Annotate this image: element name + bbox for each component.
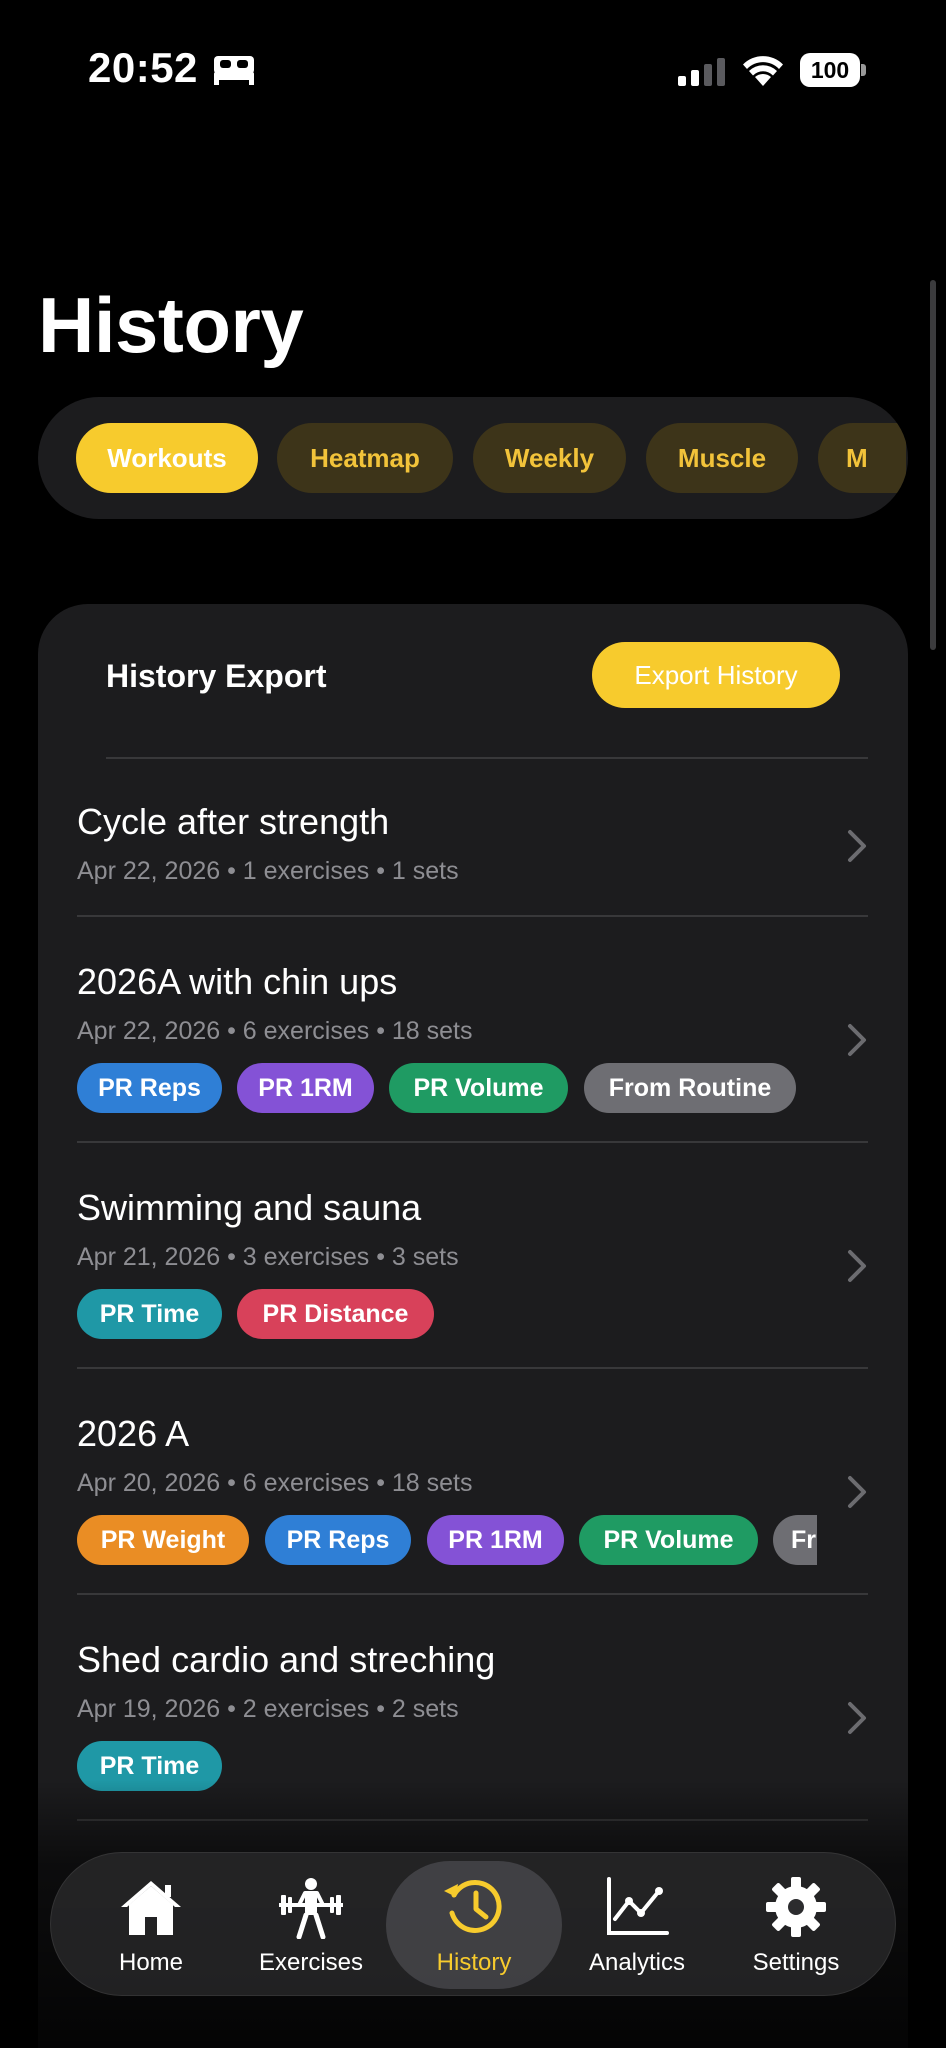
battery-cap [861,64,866,76]
battery-indicator: 100 [800,53,866,87]
wifi-icon [743,56,783,86]
segment-scroller[interactable]: Workouts Heatmap Weekly Muscle M [76,423,906,493]
battery-level: 100 [800,53,860,87]
badge-from-routine-truncated: Fr [773,1515,817,1565]
badge-pr-1rm: PR 1RM [237,1063,374,1113]
workout-row[interactable]: 2026 A Apr 20, 2026 • 6 exercises • 18 s… [38,1369,908,1595]
tab-more-truncated[interactable]: M [818,423,906,493]
workout-meta: Apr 20, 2026 • 6 exercises • 18 sets [77,1469,473,1497]
workout-title: 2026 A [77,1413,190,1454]
badge-pr-time: PR Time [77,1289,222,1339]
badge-pr-volume: PR Volume [389,1063,568,1113]
tabbar-settings[interactable]: Settings [716,1853,876,1997]
workout-row[interactable]: Cycle after strength Apr 22, 2026 • 1 ex… [38,757,908,917]
tabbar-exercises[interactable]: Exercises [231,1853,391,1997]
badge-pr-1rm: PR 1RM [427,1515,564,1565]
tab-muscle[interactable]: Muscle [646,423,798,493]
workout-title: Shed cardio and streching [77,1639,496,1680]
workout-row[interactable]: 2026A with chin ups Apr 22, 2026 • 6 exe… [38,917,908,1143]
workout-meta: Apr 22, 2026 • 1 exercises • 1 sets [77,857,459,885]
tabbar-history[interactable]: History [386,1861,562,1989]
badge-pr-distance: PR Distance [237,1289,434,1339]
tabbar-label: Exercises [258,1949,364,1976]
badge-pr-weight: PR Weight [77,1515,249,1565]
tab-weekly[interactable]: Weekly [473,423,626,493]
export-history-button[interactable]: Export History [592,642,840,708]
workout-meta: Apr 21, 2026 • 3 exercises • 3 sets [77,1243,459,1271]
chevron-right-icon [848,1702,866,1734]
house-icon [121,1881,181,1935]
tab-workouts[interactable]: Workouts [76,423,258,493]
gear-icon [766,1877,826,1937]
workout-meta: Apr 22, 2026 • 6 exercises • 18 sets [77,1017,473,1045]
badge-list: PR Reps PR 1RM PR Volume From Routine [77,1063,857,1113]
badge-list: PR Time PR Distance [77,1289,857,1339]
page-title: History [38,281,304,369]
tabbar-label: Analytics [588,1949,686,1976]
bed-icon [214,56,254,85]
tabbar-label: Settings [752,1949,840,1976]
status-time: 20:52 [88,44,198,91]
bottom-tab-bar: Home Exercises History Analytics Setting… [50,1852,896,1996]
chevron-right-icon [848,1250,866,1282]
tabbar-label: History [436,1949,512,1976]
scroll-indicator[interactable] [930,280,936,650]
chevron-right-icon [848,1024,866,1056]
tabbar-home[interactable]: Home [71,1853,231,1997]
cellular-signal-icon [678,58,725,86]
tab-heatmap[interactable]: Heatmap [277,423,453,493]
chevron-right-icon [848,830,866,862]
history-view-selector: Workouts Heatmap Weekly Muscle M [38,397,908,519]
tabbar-label: Home [118,1949,184,1976]
workout-meta: Apr 19, 2026 • 2 exercises • 2 sets [77,1695,459,1723]
workout-title: Cycle after strength [77,801,390,842]
badge-from-routine: From Routine [584,1063,796,1113]
status-bar: 20:52 100 [0,0,946,140]
workout-row[interactable]: Swimming and sauna Apr 21, 2026 • 3 exer… [38,1143,908,1369]
export-section-title: History Export [106,658,327,694]
badge-list: PR Weight PR Reps PR 1RM PR Volume Fr [77,1515,817,1565]
badge-pr-reps: PR Reps [77,1063,222,1113]
chart-line-icon [607,1877,669,1935]
badge-pr-volume: PR Volume [579,1515,758,1565]
tabbar-analytics[interactable]: Analytics [557,1853,717,1997]
clock-history-icon [444,1880,502,1933]
workout-title: 2026A with chin ups [77,961,398,1002]
chevron-right-icon [848,1476,866,1508]
workout-title: Swimming and sauna [77,1187,422,1228]
badge-pr-reps: PR Reps [265,1515,411,1565]
weightlifter-icon [279,1878,343,1939]
